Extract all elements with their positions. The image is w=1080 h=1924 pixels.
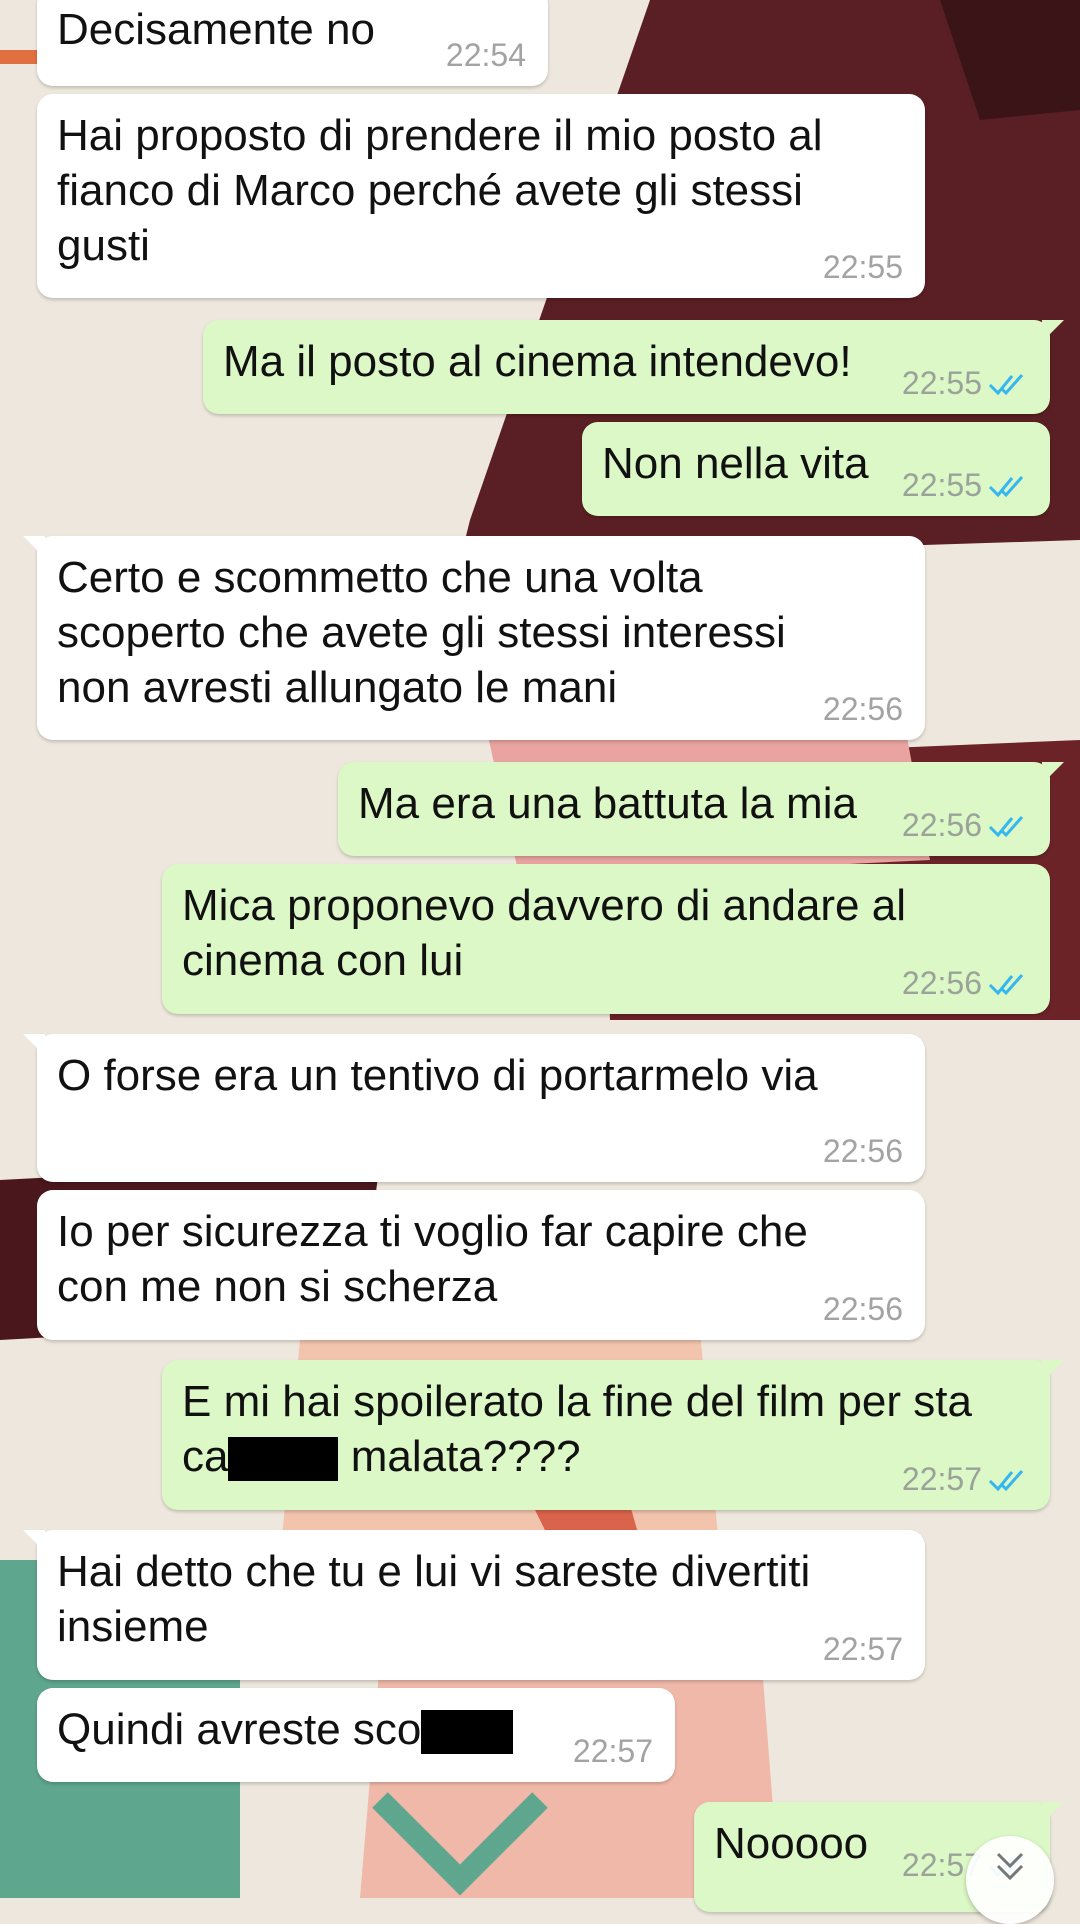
message-text: Io per sicurezza ti voglio far capire ch… [57, 1207, 808, 1311]
double-check-icon [988, 373, 1024, 395]
message-text: Hai detto che tu e lui vi sareste divert… [57, 1547, 811, 1651]
message-outgoing[interactable]: Non nella vita 22:55 [582, 422, 1050, 516]
message-incoming[interactable]: O forse era un tentivo di portarmelo via… [23, 1034, 925, 1182]
message-meta: 22:57 [902, 1461, 1028, 1498]
message-incoming[interactable]: Certo e scommetto che una volta scoperto… [23, 536, 925, 740]
message-meta: 22:56 [823, 691, 903, 728]
redaction-block [228, 1437, 339, 1482]
double-check-icon [988, 475, 1024, 497]
message-meta: 22:56 [902, 965, 1028, 1002]
message-text: O forse era un tentivo di portarmelo via [57, 1051, 818, 1100]
message-meta: 22:55 [823, 249, 903, 286]
message-time: 22:57 [901, 1461, 982, 1497]
message-time: 22:56 [901, 965, 982, 1001]
message-text: E mi hai spoilerato la fine del film per… [182, 1374, 1026, 1484]
message-incoming[interactable]: Quindi avreste sco 22:57 [37, 1688, 675, 1782]
message-time: 22:56 [822, 691, 903, 727]
message-incoming[interactable]: Hai detto che tu e lui vi sareste divert… [23, 1530, 925, 1680]
scroll-to-bottom-button[interactable] [966, 1836, 1054, 1924]
message-time: 22:55 [901, 365, 982, 401]
bubble-tail [1042, 1360, 1064, 1382]
message-meta: 22:57 [573, 1733, 653, 1770]
message-time: 22:56 [822, 1133, 903, 1169]
message-text-fragment: malata???? [338, 1432, 581, 1481]
message-incoming[interactable]: Hai proposto di prendere il mio posto al… [37, 94, 925, 298]
message-text-fragment: ca [182, 1432, 229, 1481]
message-text-line: E mi hai spoilerato la fine del film per… [182, 1377, 972, 1426]
message-incoming[interactable]: Io per sicurezza ti voglio far capire ch… [37, 1190, 925, 1340]
redaction-block [421, 1710, 514, 1755]
bubble-tail [1042, 1802, 1064, 1824]
message-time: 22:56 [822, 1291, 903, 1327]
message-outgoing[interactable]: Mica proponevo davvero di andare al cine… [162, 864, 1050, 1014]
message-outgoing[interactable]: E mi hai spoilerato la fine del film per… [162, 1360, 1064, 1510]
double-check-icon [988, 1469, 1024, 1491]
message-meta: 22:56 [823, 1291, 903, 1328]
message-list[interactable]: Decisamente no 22:54 Hai proposto di pre… [0, 0, 1080, 1912]
bubble-tail [23, 1034, 45, 1056]
message-text: Hai proposto di prendere il mio posto al… [57, 111, 823, 270]
double-check-icon [988, 973, 1024, 995]
bubble-tail [23, 536, 45, 558]
message-text-fragment: Quindi avreste sco [57, 1705, 422, 1754]
message-time: 22:57 [822, 1631, 903, 1667]
message-time: 22:55 [822, 249, 903, 285]
message-time: 22:55 [901, 467, 982, 503]
message-time: 22:54 [445, 37, 526, 73]
message-time: 22:56 [901, 807, 982, 843]
message-outgoing[interactable]: Ma era una battuta la mia 22:56 [338, 762, 1064, 856]
bubble-tail [1042, 762, 1064, 784]
chevron-down-icon [996, 1852, 1024, 1881]
message-incoming[interactable]: Decisamente no 22:54 [37, 0, 548, 86]
message-meta: 22:56 [902, 807, 1028, 844]
message-meta: 22:54 [446, 37, 526, 74]
bubble-tail [1042, 320, 1064, 342]
message-text: Certo e scommetto che una volta scoperto… [57, 553, 786, 712]
message-meta: 22:55 [902, 467, 1028, 504]
message-text: Mica proponevo davvero di andare al cine… [182, 881, 907, 985]
message-meta: 22:55 [902, 365, 1028, 402]
message-text: Quindi avreste sco [57, 1702, 651, 1757]
message-outgoing[interactable]: Ma il posto al cinema intendevo! 22:55 [203, 320, 1064, 414]
bubble-tail [23, 1530, 45, 1552]
message-meta: 22:57 [823, 1631, 903, 1668]
double-check-icon [988, 815, 1024, 837]
message-time: 22:57 [572, 1733, 653, 1769]
message-meta: 22:56 [823, 1133, 903, 1170]
